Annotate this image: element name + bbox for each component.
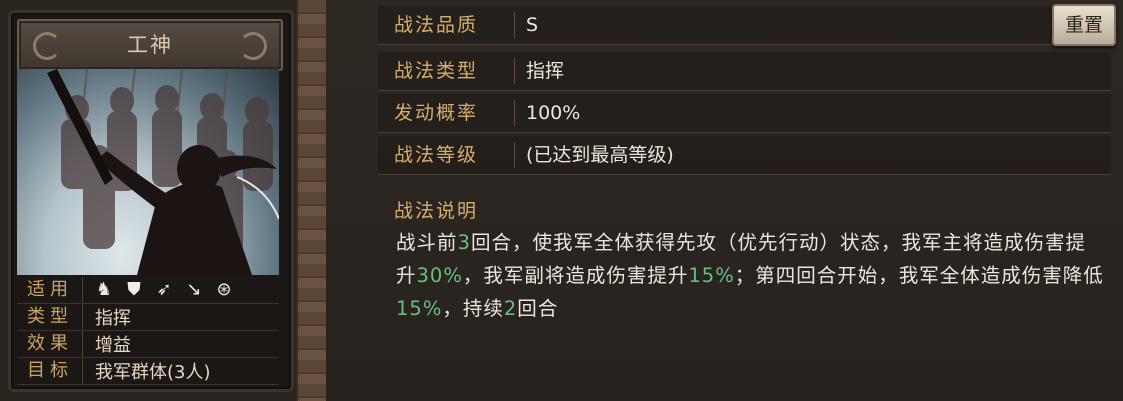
desc-highlight: 2 xyxy=(503,297,518,320)
ornament-icon xyxy=(33,32,61,60)
info-value: (已达到最高等级) xyxy=(526,144,674,166)
tactic-description: 战斗前3回合，使我军全体获得先攻（优先行动）状态，我军主将造成伤害提升30%，我… xyxy=(396,226,1106,325)
spear-icon: ↘ xyxy=(186,279,202,300)
desc-highlight: 15% xyxy=(396,297,443,320)
description-label: 战法说明 xyxy=(394,200,479,222)
info-row-type: 战法类型 指挥 xyxy=(378,52,1111,91)
info-key: 发动概率 xyxy=(394,102,479,124)
stat-value: 我军群体(3人) xyxy=(95,362,211,383)
tactic-info-panel: 战法品质 S 战法类型 指挥 发动概率 100% 战法等级 (已达到最高等级) … xyxy=(326,0,1123,401)
divider xyxy=(514,58,515,84)
desc-highlight: 15% xyxy=(688,264,735,287)
desc-part: ，我军副将造成伤害提升 xyxy=(462,264,689,287)
desc-part: 战斗前 xyxy=(396,231,458,254)
stat-value: 指挥 xyxy=(95,308,131,329)
tactic-stats: 适用 ♞ ⛊ ➶ ↘ ⊛ 类型 指挥 效果 增益 目标 我军群体(3人) xyxy=(17,277,279,385)
desc-part: 回合 xyxy=(517,297,559,320)
reset-button[interactable]: 重置 xyxy=(1052,4,1116,46)
tactic-card: 工神 适用 ♞ ⛊ ➶ ↘ ⊛ 类型 指挥 效果 增益 目标 我军群体(3人) xyxy=(8,10,294,392)
info-row-quality: 战法品质 S xyxy=(378,6,1111,45)
wooden-divider xyxy=(296,0,330,401)
shield-icon: ⛊ xyxy=(127,279,141,300)
wheel-icon: ⊛ xyxy=(216,279,232,300)
stat-key: 类型 xyxy=(17,304,83,330)
divider xyxy=(514,142,515,168)
warriors-silhouette-image xyxy=(47,69,279,275)
stat-key: 目标 xyxy=(17,358,83,384)
info-value: 指挥 xyxy=(526,60,565,82)
card-title-bar: 工神 xyxy=(17,19,283,71)
stat-key: 适用 xyxy=(17,277,83,303)
ornament-icon xyxy=(239,32,267,60)
stat-row-target: 目标 我军群体(3人) xyxy=(17,358,279,385)
info-key: 战法品质 xyxy=(394,14,479,36)
desc-highlight: 3 xyxy=(457,231,471,254)
divider xyxy=(514,12,515,38)
stat-value: 增益 xyxy=(95,335,131,356)
bow-icon: ➶ xyxy=(156,279,172,300)
horse-icon: ♞ xyxy=(95,279,113,300)
troop-type-icons: ♞ ⛊ ➶ ↘ ⊛ xyxy=(83,279,235,301)
info-key: 战法等级 xyxy=(394,144,479,166)
info-value: 100% xyxy=(526,102,581,124)
tactic-name: 工神 xyxy=(127,33,173,57)
stat-row-effect: 效果 增益 xyxy=(17,331,279,358)
info-row-level: 战法等级 (已达到最高等级) xyxy=(378,136,1111,175)
divider xyxy=(514,100,515,126)
desc-part: ；第四回合开始，我军全体造成伤害降低 xyxy=(734,264,1104,287)
desc-highlight: 30% xyxy=(416,264,463,287)
info-value: S xyxy=(526,14,539,36)
desc-part: ，持续 xyxy=(442,297,504,320)
tactic-artwork xyxy=(17,69,279,275)
stat-row-type: 类型 指挥 xyxy=(17,304,279,331)
stat-key: 效果 xyxy=(17,331,83,357)
stat-row-applicable: 适用 ♞ ⛊ ➶ ↘ ⊛ xyxy=(17,277,279,304)
info-row-rate: 发动概率 100% xyxy=(378,94,1111,133)
info-key: 战法类型 xyxy=(394,60,479,82)
